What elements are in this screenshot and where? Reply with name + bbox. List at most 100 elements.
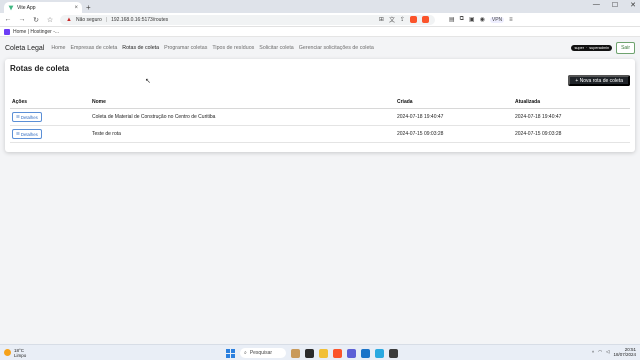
extensions-icon[interactable]: ⧉ xyxy=(460,16,464,23)
header-acoes: Ações xyxy=(10,96,90,109)
menu-icon[interactable]: ≡ xyxy=(509,17,513,23)
not-secure-icon[interactable]: ▲ xyxy=(66,17,72,23)
reload-button[interactable]: ↻ xyxy=(32,16,40,24)
widget-app-icon[interactable] xyxy=(291,348,300,358)
profile-icon[interactable]: ◉ xyxy=(480,16,485,23)
brave-rewards-icon[interactable] xyxy=(422,16,429,23)
user-name: super xyxy=(574,46,584,50)
search-icon: ⌕ xyxy=(244,350,247,356)
cell-acoes: ☰ Detalhes xyxy=(10,108,90,126)
details-icon: ☰ xyxy=(16,131,20,136)
vscode-icon[interactable] xyxy=(361,348,370,358)
minimize-button[interactable]: — xyxy=(593,1,600,9)
weather-sun-icon xyxy=(4,349,11,356)
taskbar: 18°C Limpo ⌕ Pesquisar ^ ◠ ◁ 20:51 18/07… xyxy=(0,344,640,360)
header-nome: Nome xyxy=(90,96,395,109)
security-label[interactable]: Não seguro xyxy=(76,17,102,23)
tab-strip: Vite App × + — ☐ ✕ xyxy=(0,0,640,13)
mouse-cursor-icon: ↖ xyxy=(145,78,151,85)
wifi-icon[interactable]: ◠ xyxy=(598,349,602,355)
cell-criada: 2024-07-18 19:40:47 xyxy=(395,108,513,126)
cell-acoes: ☰ Detalhes xyxy=(10,125,90,143)
tab-close-icon[interactable]: × xyxy=(74,5,78,11)
logout-button[interactable]: Sair xyxy=(616,42,635,54)
forward-button[interactable]: → xyxy=(18,16,26,23)
weather-widget[interactable]: 18°C Limpo xyxy=(0,348,26,358)
back-button[interactable]: ← xyxy=(4,16,12,23)
browser-toolbar: ← → ↻ ☆ ▲ Não seguro | 192.168.0.16:5173… xyxy=(0,13,640,27)
user-sep: · xyxy=(585,46,588,50)
browser-tab[interactable]: Vite App × xyxy=(4,2,82,13)
nav-home[interactable]: Home xyxy=(51,45,65,51)
details-button[interactable]: ☰ Detalhes xyxy=(12,129,42,139)
teams-icon[interactable] xyxy=(347,348,356,358)
cell-nome: Teste de rota xyxy=(90,125,395,143)
address-bar[interactable]: ▲ Não seguro | 192.168.0.16:5173/routes … xyxy=(60,14,435,25)
system-tray: ^ ◠ ◁ 20:51 18/07/2024 xyxy=(592,347,636,357)
vpn-button[interactable]: VPN xyxy=(489,16,505,23)
cell-atualizada: 2024-07-18 19:40:47 xyxy=(513,108,630,126)
maximize-button[interactable]: ☐ xyxy=(612,1,618,9)
routes-card: Rotas de coleta + Nova rota de coleta Aç… xyxy=(5,59,635,152)
nav-rotas-coleta[interactable]: Rotas de coleta xyxy=(122,45,159,51)
address-bar-icons: ⊞ 文 ⇪ xyxy=(379,15,429,24)
page-title: Rotas de coleta xyxy=(10,64,70,73)
reader-icon[interactable]: ⊞ xyxy=(379,16,384,23)
details-label: Detalhes xyxy=(20,114,38,120)
new-route-button[interactable]: + Nova rota de coleta xyxy=(568,75,630,86)
app-icon[interactable] xyxy=(375,348,384,358)
details-icon: ☰ xyxy=(16,114,20,119)
taskbar-apps: ⌕ Pesquisar xyxy=(226,348,398,358)
weather-cond: Limpo xyxy=(14,352,27,358)
tray-chevron-icon[interactable]: ^ xyxy=(592,350,594,355)
nav-empresas-coleta[interactable]: Empresas de coleta xyxy=(70,45,117,51)
volume-icon[interactable]: ◁ xyxy=(606,349,609,355)
wallet-icon[interactable]: ▣ xyxy=(469,16,475,23)
new-tab-button[interactable]: + xyxy=(86,2,91,13)
share-icon[interactable]: ⇪ xyxy=(400,16,405,23)
clock-date: 18/07/2024 xyxy=(613,352,636,357)
cell-atualizada: 2024-07-15 09:03:28 xyxy=(513,125,630,143)
header-criada: Criada xyxy=(395,96,513,109)
nav-programar-coletas[interactable]: Programar coletas xyxy=(164,45,207,51)
brave-shields-icon[interactable] xyxy=(410,16,417,23)
details-label: Detalhes xyxy=(20,131,38,137)
nav-tipos-residuos[interactable]: Tipos de resíduos xyxy=(212,45,254,51)
tab-title: Vite App xyxy=(17,4,36,11)
clock[interactable]: 20:51 18/07/2024 xyxy=(613,347,636,357)
file-explorer-icon[interactable] xyxy=(319,348,328,358)
table-header-row: Ações Nome Criada Atualizada xyxy=(10,96,630,109)
hostinger-icon xyxy=(4,28,10,35)
toolbar-right: ▤ ⧉ ▣ ◉ VPN ≡ xyxy=(449,16,513,23)
bookmark-icon[interactable]: ☆ xyxy=(46,16,54,24)
translate-icon[interactable]: 文 xyxy=(389,15,395,24)
brave-browser-icon[interactable] xyxy=(333,348,342,358)
nav-gerenciar-solicitacoes[interactable]: Gerenciar solicitações de coleta xyxy=(299,45,374,51)
weather-text: 18°C Limpo xyxy=(14,348,26,358)
nav-solicitar-coleta[interactable]: Solicitar coleta xyxy=(259,45,293,51)
main-nav: Home Empresas de coleta Rotas de coleta … xyxy=(51,45,374,51)
start-button[interactable] xyxy=(226,348,235,358)
sidebar-icon[interactable]: ▤ xyxy=(449,16,455,23)
bookmark-hostinger[interactable]: Home | Hostinger -... xyxy=(13,29,59,35)
cell-nome: Coleta de Material de Construção no Cent… xyxy=(90,108,395,126)
table-row: ☰ Detalhes Teste de rota 2024-07-15 09:0… xyxy=(10,125,630,143)
bookmarks-bar: Home | Hostinger -... xyxy=(0,27,640,37)
url-text[interactable]: 192.168.0.16:5173/routes xyxy=(111,17,168,23)
nav-right: super · superadmin Sair xyxy=(571,42,635,54)
app-navbar: Coleta Legal Home Empresas de coleta Rot… xyxy=(0,37,640,59)
user-role: superadmin xyxy=(589,46,610,50)
close-window-button[interactable]: ✕ xyxy=(630,1,636,9)
user-badge: super · superadmin xyxy=(571,45,613,51)
taskbar-search[interactable]: ⌕ Pesquisar xyxy=(240,348,286,358)
app-brand[interactable]: Coleta Legal xyxy=(5,45,44,52)
task-view-icon[interactable] xyxy=(305,348,314,358)
github-icon[interactable] xyxy=(389,348,398,358)
routes-table: Ações Nome Criada Atualizada ☰ Detalhes … xyxy=(10,96,630,143)
header-atualizada: Atualizada xyxy=(513,96,630,109)
cell-criada: 2024-07-15 09:03:28 xyxy=(395,125,513,143)
window-controls: — ☐ ✕ xyxy=(593,1,636,9)
details-button[interactable]: ☰ Detalhes xyxy=(12,112,42,122)
vite-logo-icon xyxy=(8,5,14,10)
table-row: ☰ Detalhes Coleta de Material de Constru… xyxy=(10,108,630,126)
